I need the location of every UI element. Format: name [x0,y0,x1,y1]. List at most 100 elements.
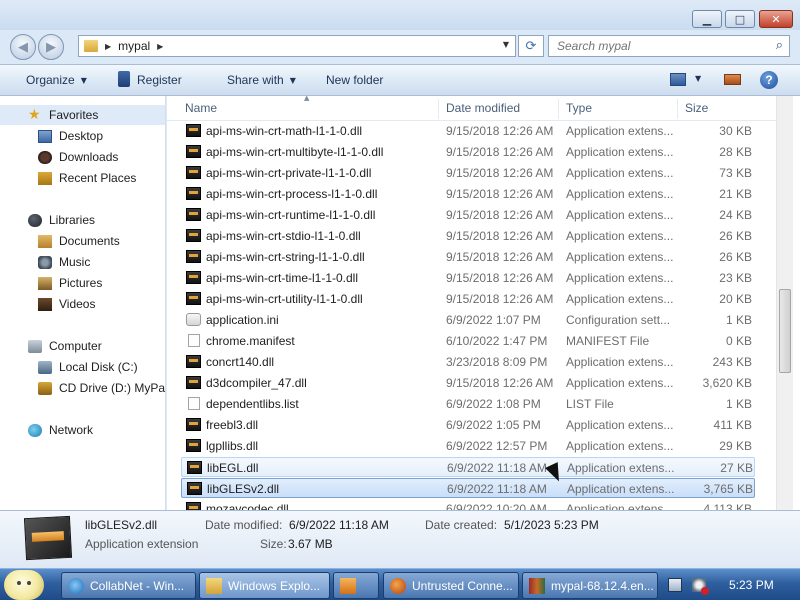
nav-favorites[interactable]: ★ Favorites [0,105,165,125]
change-view-icon[interactable] [670,73,686,86]
file-size: 27 KB [720,461,753,475]
register-button[interactable]: Register [118,71,182,87]
blank-file-icon [188,334,200,347]
breadcrumb-separator-icon[interactable]: ▶ [105,42,111,51]
taskbar-button-mypal-archive[interactable]: mypal-68.12.4.en... [522,572,658,599]
back-button[interactable]: ◀ [10,34,36,60]
column-divider[interactable] [438,99,439,119]
file-row[interactable]: dependentlibs.list 6/9/2022 1:08 PM LIST F… [181,394,755,414]
file-list: ▲ Name Date modified Type Size api-ms-wi… [167,96,800,510]
start-button[interactable] [4,570,44,600]
minimize-button[interactable]: ▁ [692,10,722,28]
network-tray-icon[interactable] [668,578,682,592]
vertical-scrollbar[interactable] [776,96,793,510]
nav-desktop[interactable]: Desktop [38,126,103,146]
refresh-button[interactable]: ⟳ [518,35,544,57]
forward-arrow-icon: ▶ [46,39,56,55]
nav-downloads-label: Downloads [59,150,119,164]
file-size: 24 KB [719,208,752,222]
search-box[interactable]: ⌕ [548,35,790,57]
network-icon [28,423,42,437]
refresh-icon: ⟳ [525,38,537,54]
file-row[interactable]: api-ms-win-crt-math-l1-1-0.dll 9/15/2018 … [181,121,755,141]
file-row[interactable]: api-ms-win-crt-private-l1-1-0.dll 9/15/20… [181,163,755,183]
file-row[interactable]: concrt140.dll 3/23/2018 8:09 PM Applicatio… [181,352,755,372]
close-button[interactable]: ✕ [759,10,793,28]
file-row[interactable]: application.ini 6/9/2022 1:07 PM Configura… [181,310,755,330]
scrollbar-thumb[interactable] [779,289,791,373]
nav-recent-places[interactable]: Recent Places [38,168,136,188]
nav-local-disk[interactable]: Local Disk (C:) [38,357,138,377]
file-row[interactable]: freebl3.dll 6/9/2022 1:05 PM Application e… [181,415,755,435]
help-icon[interactable]: ? [760,71,778,89]
taskbar-button-untrusted-connection[interactable]: Untrusted Conne... [383,572,519,599]
nav-pictures[interactable]: Pictures [38,273,102,293]
file-row[interactable]: api-ms-win-crt-process-l1-1-0.dll 9/15/20… [181,184,755,204]
search-icon[interactable]: ⌕ [776,38,783,53]
nav-cd-drive[interactable]: CD Drive (D:) MyPal( [38,378,165,398]
column-type[interactable]: Type [566,101,592,115]
search-input[interactable] [557,39,757,53]
file-row[interactable]: api-ms-win-crt-runtime-l1-1-0.dll 9/15/20… [181,205,755,225]
nav-music[interactable]: Music [38,252,90,272]
selected-file-row[interactable]: libGLESv2.dll 6/9/2022 11:18 AM Applicatio… [181,478,755,498]
nav-computer[interactable]: Computer [28,336,102,356]
nav-desktop-label: Desktop [59,129,104,143]
system-tray: 5:23 PM [660,572,800,599]
file-row[interactable]: api-ms-win-crt-multibyte-l1-1-0.dll 9/15/… [181,142,755,162]
file-row[interactable]: api-ms-win-crt-utility-l1-1-0.dll 9/15/20… [181,289,755,309]
file-name: dependentlibs.list [206,397,299,411]
nav-videos[interactable]: Videos [38,294,95,314]
file-row[interactable]: d3dcompiler_47.dll 9/15/2018 12:26 AM Appl… [181,373,755,393]
forward-button[interactable]: ▶ [38,34,64,60]
taskbar-button-windows-explorer[interactable]: Windows Explo... [199,572,330,599]
file-type: Application extens... [567,461,675,475]
file-name: api-ms-win-crt-math-l1-1-0.dll [206,124,363,138]
file-row[interactable]: mozavcodec.dll 6/9/2022 10:20 AM Applicati… [181,499,755,510]
taskbar-button-media-player[interactable] [333,572,379,599]
new-folder-button[interactable]: New folder [326,73,383,87]
column-size[interactable]: Size [685,101,708,115]
clock[interactable]: 5:23 PM [729,578,774,592]
share-with-button[interactable]: Share with ▼ [227,73,296,87]
address-bar[interactable]: ▶ mypal ▶ ▼ [78,35,516,57]
nav-network[interactable]: Network [28,420,93,440]
file-row[interactable]: lgpllibs.dll 6/9/2022 12:57 PM Application… [181,436,755,456]
breadcrumb-separator-icon[interactable]: ▶ [157,42,163,51]
dll-file-icon [186,376,201,389]
nav-downloads[interactable]: Downloads [38,147,118,167]
file-name: d3dcompiler_47.dll [206,376,307,390]
details-file-type: Application extension [85,537,199,551]
file-row[interactable]: libEGL.dll 6/9/2022 11:18 AM Application e… [181,457,755,477]
details-file-name: libGLESv2.dll [85,518,158,532]
file-row[interactable]: api-ms-win-crt-string-l1-1-0.dll 9/15/201… [181,247,755,267]
organize-button[interactable]: Organize ▼ [26,73,87,87]
breadcrumb-mypal[interactable]: mypal [118,39,150,53]
cd-drive-icon [38,381,52,395]
column-name[interactable]: Name [185,101,217,115]
file-row[interactable]: api-ms-win-crt-time-l1-1-0.dll 9/15/2018 … [181,268,755,288]
file-row[interactable]: api-ms-win-crt-stdio-l1-1-0.dll 9/15/2018… [181,226,755,246]
title-bar[interactable]: ▁ □ ✕ [0,0,800,30]
file-row[interactable]: chrome.manifest 6/10/2022 1:47 PM MANIFEST… [181,331,755,351]
volume-muted-icon[interactable] [692,578,709,595]
nav-documents-label: Documents [59,234,120,248]
nav-recent-places-label: Recent Places [59,171,137,185]
column-divider[interactable] [677,99,678,119]
view-options-chevron-icon[interactable]: ▼ [695,74,701,83]
address-dropdown-icon[interactable]: ▼ [503,40,509,49]
nav-libraries[interactable]: Libraries [28,210,95,230]
nav-documents[interactable]: Documents [38,231,120,251]
preview-pane-icon[interactable] [724,74,741,85]
file-size: 3,765 KB [703,482,753,496]
maximize-button[interactable]: □ [725,10,755,28]
taskbar-button-collabnet[interactable]: CollabNet - Win... [61,572,196,599]
details-date-modified-value: 6/9/2022 11:18 AM [289,518,389,532]
column-date-modified[interactable]: Date modified [446,101,520,115]
column-divider[interactable] [558,99,559,119]
file-size: 20 KB [719,292,752,306]
nav-pictures-label: Pictures [59,276,103,290]
nav-local-disk-label: Local Disk (C:) [59,360,138,374]
file-type: MANIFEST File [566,334,650,348]
file-type: Application extens... [566,355,674,369]
